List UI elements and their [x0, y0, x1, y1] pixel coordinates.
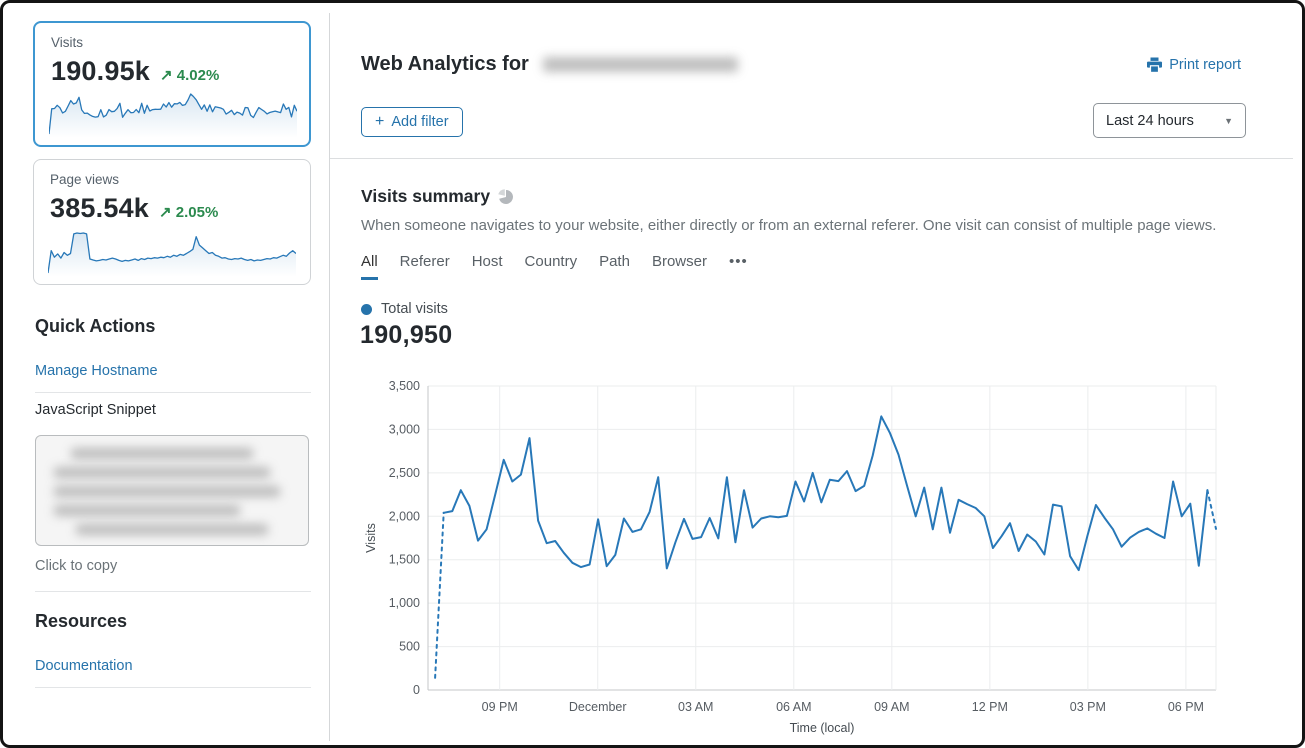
- svg-text:500: 500: [399, 640, 420, 654]
- visits-summary-description: When someone navigates to your website, …: [361, 217, 1216, 234]
- legend-label: Total visits: [381, 301, 448, 317]
- svg-text:December: December: [569, 700, 627, 714]
- total-visits-value: 190,950: [360, 321, 452, 350]
- chart-legend: Total visits: [361, 301, 448, 317]
- caret-down-icon: ▼: [1224, 116, 1233, 126]
- redacted-domain: [543, 57, 738, 72]
- svg-text:Time (local): Time (local): [790, 721, 855, 735]
- redacted-code-line: [76, 524, 268, 535]
- visits-sparkline: [49, 88, 297, 138]
- time-range-value: Last 24 hours: [1106, 113, 1194, 129]
- redacted-code-line: [54, 505, 240, 516]
- trend-up-icon: ↗: [159, 204, 172, 221]
- visits-card-value: 190.95k: [51, 56, 150, 87]
- tab-browser[interactable]: Browser: [652, 253, 707, 280]
- pie-chart-icon: [498, 189, 514, 205]
- page-title: Web Analytics for: [361, 53, 738, 76]
- visits-card-label: Visits: [51, 35, 83, 50]
- svg-text:06 AM: 06 AM: [776, 700, 811, 714]
- pageviews-card-label: Page views: [50, 172, 119, 187]
- svg-text:3,500: 3,500: [389, 379, 420, 393]
- redacted-code-line: [54, 486, 281, 497]
- pageviews-sparkline: [48, 227, 296, 277]
- documentation-link[interactable]: Documentation: [35, 658, 133, 674]
- pageviews-card-delta: ↗ 2.05%: [159, 203, 218, 221]
- code-snippet-redacted[interactable]: [35, 435, 309, 546]
- redacted-code-line: [71, 448, 252, 459]
- svg-text:06 PM: 06 PM: [1168, 700, 1204, 714]
- svg-text:0: 0: [413, 683, 420, 697]
- visits-card-delta: ↗ 4.02%: [160, 66, 219, 84]
- svg-text:2,000: 2,000: [389, 509, 420, 523]
- visits-metric-card[interactable]: Visits 190.95k ↗ 4.02%: [33, 21, 311, 147]
- more-tabs-button[interactable]: •••: [729, 253, 748, 280]
- panel-divider: [329, 13, 330, 741]
- legend-dot-icon: [361, 304, 372, 315]
- section-divider: [330, 158, 1293, 159]
- svg-text:03 PM: 03 PM: [1070, 700, 1106, 714]
- tab-referer[interactable]: Referer: [400, 253, 450, 280]
- click-to-copy-hint: Click to copy: [35, 558, 117, 574]
- resources-heading: Resources: [35, 611, 127, 632]
- pageviews-card-value: 385.54k: [50, 193, 149, 224]
- svg-text:1,500: 1,500: [389, 553, 420, 567]
- svg-text:Visits: Visits: [364, 523, 378, 553]
- redacted-code-line: [54, 467, 271, 478]
- plus-icon: +: [375, 113, 384, 131]
- svg-text:03 AM: 03 AM: [678, 700, 713, 714]
- svg-text:09 AM: 09 AM: [874, 700, 909, 714]
- svg-text:1,000: 1,000: [389, 596, 420, 610]
- svg-text:12 PM: 12 PM: [972, 700, 1008, 714]
- visits-chart: 0 500 1,000 1,500 2,000 2,500 3,000 3,500 09 PM D…: [361, 375, 1221, 737]
- add-filter-button[interactable]: + Add filter: [361, 107, 463, 137]
- javascript-snippet-label: JavaScript Snippet: [35, 402, 156, 418]
- visits-summary-title: Visits summary: [361, 186, 514, 207]
- divider: [35, 591, 311, 592]
- quick-actions-heading: Quick Actions: [35, 316, 155, 337]
- summary-tabs: All Referer Host Country Path Browser ••…: [361, 253, 748, 280]
- web-analytics-page: Visits 190.95k ↗ 4.02% Page views 385.54…: [0, 0, 1305, 748]
- tab-all[interactable]: All: [361, 253, 378, 280]
- time-range-select[interactable]: Last 24 hours ▼: [1093, 103, 1246, 138]
- print-report-button[interactable]: Print report: [1146, 57, 1241, 73]
- trend-up-icon: ↗: [160, 67, 173, 84]
- divider: [35, 392, 311, 393]
- tab-country[interactable]: Country: [525, 253, 578, 280]
- pageviews-metric-card[interactable]: Page views 385.54k ↗ 2.05%: [33, 159, 311, 285]
- svg-text:09 PM: 09 PM: [482, 700, 518, 714]
- printer-icon: [1146, 57, 1163, 73]
- tab-host[interactable]: Host: [472, 253, 503, 280]
- tab-path[interactable]: Path: [599, 253, 630, 280]
- svg-text:3,000: 3,000: [389, 422, 420, 436]
- divider: [35, 687, 311, 688]
- svg-text:2,500: 2,500: [389, 466, 420, 480]
- manage-hostname-link[interactable]: Manage Hostname: [35, 363, 158, 379]
